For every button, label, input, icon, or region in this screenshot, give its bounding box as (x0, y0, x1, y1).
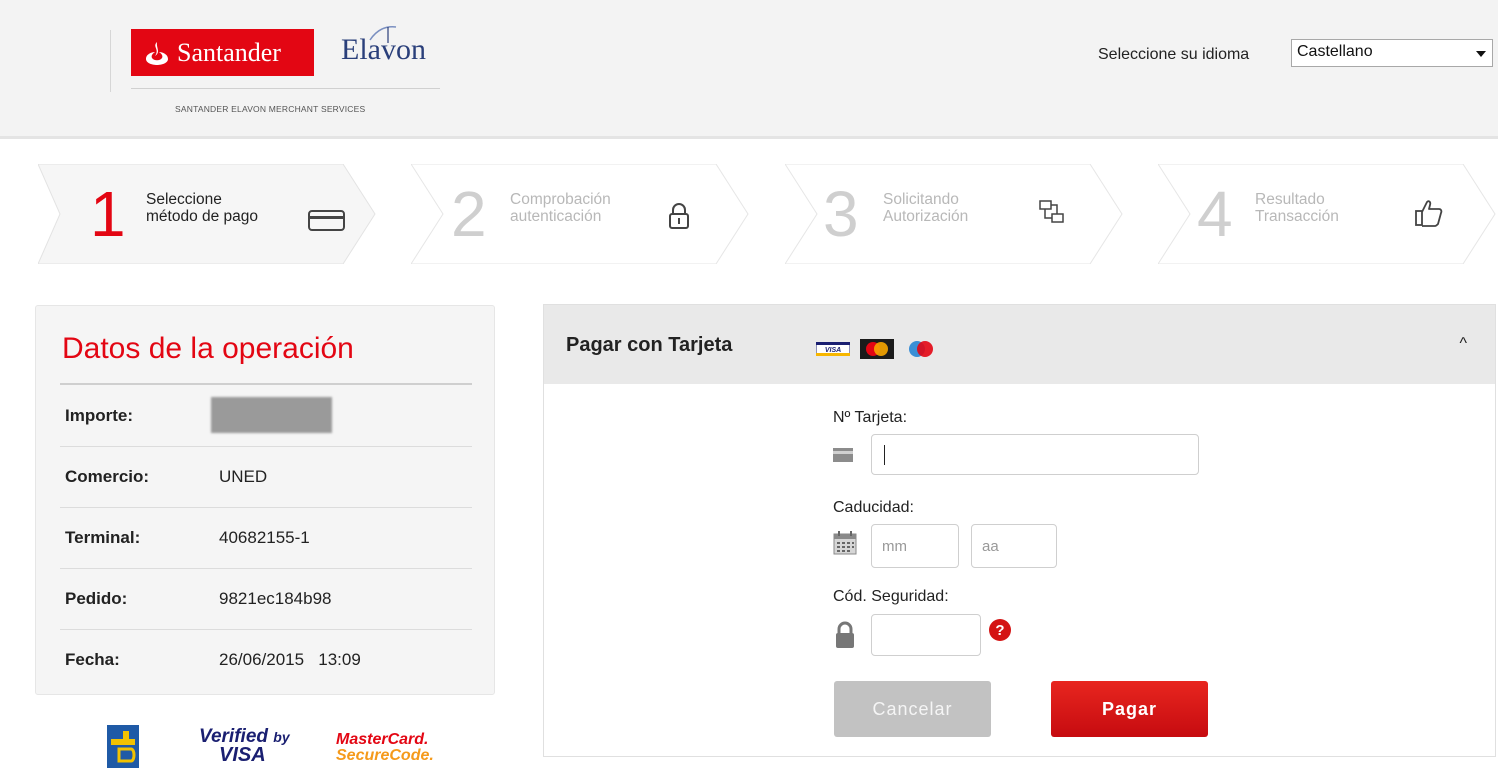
cvv-field[interactable] (871, 614, 981, 656)
maestro-logo-icon (909, 341, 933, 357)
thumbs-up-icon (1415, 200, 1443, 227)
brand-subtitle: SANTANDER ELAVON MERCHANT SERVICES (175, 104, 366, 114)
expiry-month-input[interactable] (872, 525, 958, 567)
operation-panel: Datos de la operación Importe: Comercio:… (35, 305, 495, 695)
card-brand-logos: VISA (816, 339, 938, 359)
card-number-label: Nº Tarjeta: (833, 409, 908, 426)
op-row-order: Pedido: 9821ec184b98 (60, 569, 472, 630)
op-row-merchant: Comercio: UNED (60, 447, 472, 508)
language-label: Seleccione su idioma (1098, 46, 1250, 63)
expiry-month-field[interactable] (871, 524, 959, 568)
santander-flame-icon (146, 41, 168, 65)
step-2: 2 Comprobación autenticación (411, 164, 751, 264)
order-value: 9821ec184b98 (219, 589, 332, 608)
step-3-line1: Solicitando (883, 191, 959, 208)
card-number-input[interactable] (872, 435, 1198, 474)
expiry-label: Caducidad: (833, 499, 914, 516)
card-number-field[interactable] (871, 434, 1199, 475)
visa-logo-icon: VISA (816, 342, 850, 356)
date-value: 26/06/2015 13:09 (219, 650, 361, 669)
step-2-line2: autenticación (510, 208, 602, 225)
step-4-line1: Resultado (1255, 191, 1325, 208)
merchant-label: Comercio: (65, 467, 150, 486)
step-4-text: Resultado Transacción (1255, 191, 1339, 225)
step-1-number: 1 (90, 178, 126, 250)
op-row-terminal: Terminal: 40682155-1 (60, 508, 472, 569)
order-label: Pedido: (65, 589, 128, 608)
mastercard-logo-icon (860, 339, 894, 359)
card-panel-header[interactable]: Pagar con Tarjeta VISA ^ (544, 305, 1495, 384)
dropdown-arrow-icon (1476, 51, 1486, 57)
network-icon (1039, 200, 1064, 223)
step-3-number: 3 (823, 178, 859, 250)
lock-icon (669, 203, 689, 229)
cancel-button[interactable]: Cancelar (834, 681, 991, 737)
date-label: Fecha: (65, 650, 120, 669)
terminal-label: Terminal: (65, 528, 141, 547)
step-4-number: 4 (1197, 178, 1233, 250)
amount-redacted (211, 397, 332, 433)
cvv-label: Cód. Seguridad: (833, 588, 949, 605)
operation-title-rule (60, 383, 472, 385)
pay-button[interactable]: Pagar (1051, 681, 1208, 737)
card-icon (833, 448, 853, 462)
credit-card-icon (308, 210, 345, 231)
terminal-value: 40682155-1 (219, 528, 310, 547)
visa-logo-text: VISA (825, 347, 841, 354)
card-panel-title: Pagar con Tarjeta (566, 334, 733, 356)
step-1-line2: método de pago (146, 208, 259, 225)
step-4-line2: Transacción (1255, 208, 1339, 225)
amount-label: Importe: (65, 406, 133, 425)
expiry-year-field[interactable] (971, 524, 1057, 568)
step-1-text: Seleccione método de pago (146, 191, 258, 225)
step-1-line1: Seleccione (146, 191, 222, 208)
cvv-input[interactable] (872, 615, 980, 655)
mastercard-text: MasterCard. (336, 731, 429, 748)
verified-visa-text: VISA (219, 744, 266, 766)
operation-title: Datos de la operación (62, 332, 354, 365)
merchant-value: UNED (219, 467, 268, 486)
verified-by-text: by (273, 729, 290, 745)
card-network-logo-icon (107, 725, 139, 768)
step-2-number: 2 (451, 178, 487, 250)
step-3-text: Solicitando Autorización (883, 191, 968, 225)
mastercard-securecode-logo: MasterCard. SecureCode. (336, 732, 434, 764)
verified-by-visa-logo: Verified by VISA (199, 727, 290, 766)
progress-steps: 1 Seleccione método de pago 2 Comprobaci… (38, 164, 1498, 264)
language-select[interactable]: Castellano (1291, 39, 1493, 67)
op-row-date: Fecha: 26/06/2015 13:09 (60, 630, 472, 690)
step-1: 1 Seleccione método de pago (38, 164, 378, 264)
collapse-chevron-icon[interactable]: ^ (1459, 335, 1467, 353)
calendar-icon (833, 531, 857, 555)
padlock-icon (836, 621, 854, 648)
card-payment-panel: Pagar con Tarjeta VISA ^ Nº Tarjeta: Cad… (543, 304, 1496, 757)
header-divider (110, 30, 111, 92)
expiry-year-input[interactable] (972, 525, 1056, 567)
help-icon[interactable]: ? (989, 619, 1011, 641)
step-3-line2: Autorización (883, 208, 969, 225)
brand-underline (131, 88, 440, 89)
step-2-text: Comprobación autenticación (510, 191, 611, 225)
step-2-line1: Comprobación (510, 191, 611, 208)
language-selected-value: Castellano (1297, 43, 1373, 60)
securecode-text: SecureCode. (336, 747, 434, 764)
step-4: 4 Resultado Transacción (1158, 164, 1498, 264)
santander-name: Santander (177, 37, 281, 67)
page-header: Santander Elavon SANTANDER ELAVON MERCHA… (0, 0, 1498, 139)
text-caret (884, 445, 885, 465)
santander-logo: Santander (131, 29, 314, 76)
step-3: 3 Solicitando Autorización (785, 164, 1125, 264)
elavon-logo: Elavon (341, 33, 426, 66)
